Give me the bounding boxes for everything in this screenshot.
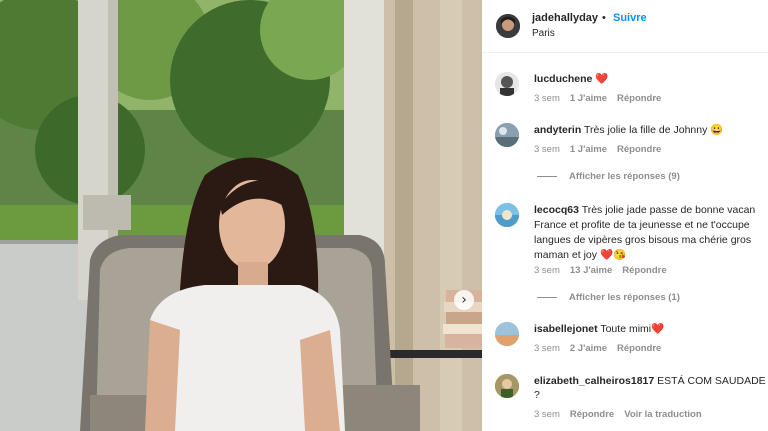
view-replies-label[interactable]: Afficher les réponses (1)	[569, 292, 680, 303]
commenter-avatar[interactable]	[495, 374, 519, 398]
commenter-avatar-image	[495, 123, 519, 147]
comment-likes[interactable]: 1 J'aime	[570, 144, 607, 155]
commenter-avatar[interactable]	[495, 322, 519, 346]
comment-body-end: maman et joy	[534, 249, 598, 261]
chevron-right-icon: ›	[461, 292, 467, 308]
comment-time[interactable]: 3 sem	[534, 409, 560, 420]
comment-username[interactable]: lucduchene	[534, 73, 592, 85]
comment-body: Toute mimi	[600, 323, 652, 335]
follow-button[interactable]: Suivre	[613, 12, 647, 24]
comment-item: lucduchene ❤️ 3 sem 1 J'aime Répondre	[482, 70, 768, 110]
comment-likes[interactable]: 1 J'aime	[570, 93, 607, 104]
reply-button[interactable]: Répondre	[617, 93, 661, 104]
comment-text: andyterin Très jolie la fille de Johnny …	[534, 123, 723, 137]
comment-text: lucduchene ❤️	[534, 72, 608, 86]
comment-meta: 3 sem 13 J'aime Répondre	[534, 265, 677, 276]
commenter-avatar[interactable]	[495, 203, 519, 227]
comment-text-line-2: France et profite de ta jeunesse et ne t…	[534, 219, 750, 231]
comment-text-line-1: lecocq63 Très jolie jade passe de bonne …	[534, 203, 755, 217]
comment-likes[interactable]: 13 J'aime	[570, 265, 612, 276]
photo-illustration	[0, 0, 482, 431]
comment-time[interactable]: 3 sem	[534, 144, 560, 155]
view-replies-label[interactable]: Afficher les réponses (9)	[569, 171, 680, 182]
commenter-avatar[interactable]	[495, 72, 519, 96]
author-username[interactable]: jadehallyday	[532, 12, 598, 24]
view-replies-button[interactable]: Afficher les réponses (1)	[537, 292, 680, 303]
comments-panel: jadehallyday • Suivre Paris lucduchene ❤…	[482, 0, 768, 431]
comment-text-line-2: ?	[534, 389, 540, 401]
commenter-avatar[interactable]	[495, 123, 519, 147]
comment-username[interactable]: isabellejonet	[534, 323, 598, 335]
comment-meta: 3 sem Répondre Voir la traduction	[534, 409, 712, 420]
comment-meta: 3 sem 1 J'aime Répondre	[534, 144, 671, 155]
reply-button[interactable]: Répondre	[570, 409, 614, 420]
divider-line	[537, 175, 557, 177]
separator-dot: •	[602, 12, 606, 24]
comment-body: Très jolie la fille de Johnny	[584, 124, 708, 136]
post-photo: ›	[0, 0, 482, 431]
smile-emoji: 😀	[710, 124, 724, 136]
commenter-avatar-image	[495, 203, 519, 227]
comment-text: elizabeth_calheiros1817 ESTÁ COM SAUDADE	[534, 374, 766, 388]
heart-kiss-emoji: ❤️😘	[599, 249, 627, 261]
comment-item: isabellejonet Toute mimi❤️ 3 sem 2 J'aime…	[482, 320, 768, 360]
heart-emoji: ❤️	[595, 73, 609, 85]
commenter-avatar-image	[495, 322, 519, 346]
comment-username[interactable]: andyterin	[534, 124, 581, 136]
comment-text-line-3: langues de vipères gros bisous ma chérie…	[534, 234, 752, 246]
reply-button[interactable]: Répondre	[617, 144, 661, 155]
commenter-avatar-image	[495, 72, 519, 96]
post-location[interactable]: Paris	[532, 28, 555, 39]
author-avatar[interactable]	[496, 14, 520, 38]
comment-time[interactable]: 3 sem	[534, 343, 560, 354]
comment-meta: 3 sem 1 J'aime Répondre	[534, 93, 671, 104]
divider-line	[537, 296, 557, 298]
author-avatar-image	[496, 14, 520, 38]
comment-likes[interactable]: 2 J'aime	[570, 343, 607, 354]
comment-item: lecocq63 Très jolie jade passe de bonne …	[482, 201, 768, 311]
comment-time[interactable]: 3 sem	[534, 93, 560, 104]
comment-item: andyterin Très jolie la fille de Johnny …	[482, 121, 768, 191]
comment-text-line-4: maman et joy ❤️😘	[534, 248, 626, 262]
comment-meta: 3 sem 2 J'aime Répondre	[534, 343, 671, 354]
comment-item: elizabeth_calheiros1817 ESTÁ COM SAUDADE…	[482, 372, 768, 431]
view-replies-button[interactable]: Afficher les réponses (9)	[537, 171, 680, 182]
comment-body: Très jolie jade passe de bonne vacan	[581, 204, 756, 216]
reply-button[interactable]: Répondre	[617, 343, 661, 354]
post-header: jadehallyday • Suivre Paris	[482, 0, 768, 53]
comment-time[interactable]: 3 sem	[534, 265, 560, 276]
see-translation-button[interactable]: Voir la traduction	[624, 409, 701, 420]
heart-emoji: ❤️	[651, 323, 665, 335]
reply-button[interactable]: Répondre	[622, 265, 666, 276]
comment-body: ESTÁ COM SAUDADE	[657, 375, 766, 387]
commenter-avatar-image	[495, 374, 519, 398]
comment-username[interactable]: lecocq63	[534, 204, 579, 216]
comment-username[interactable]: elizabeth_calheiros1817	[534, 375, 654, 387]
next-photo-button[interactable]: ›	[454, 290, 474, 310]
comment-text: isabellejonet Toute mimi❤️	[534, 322, 664, 336]
